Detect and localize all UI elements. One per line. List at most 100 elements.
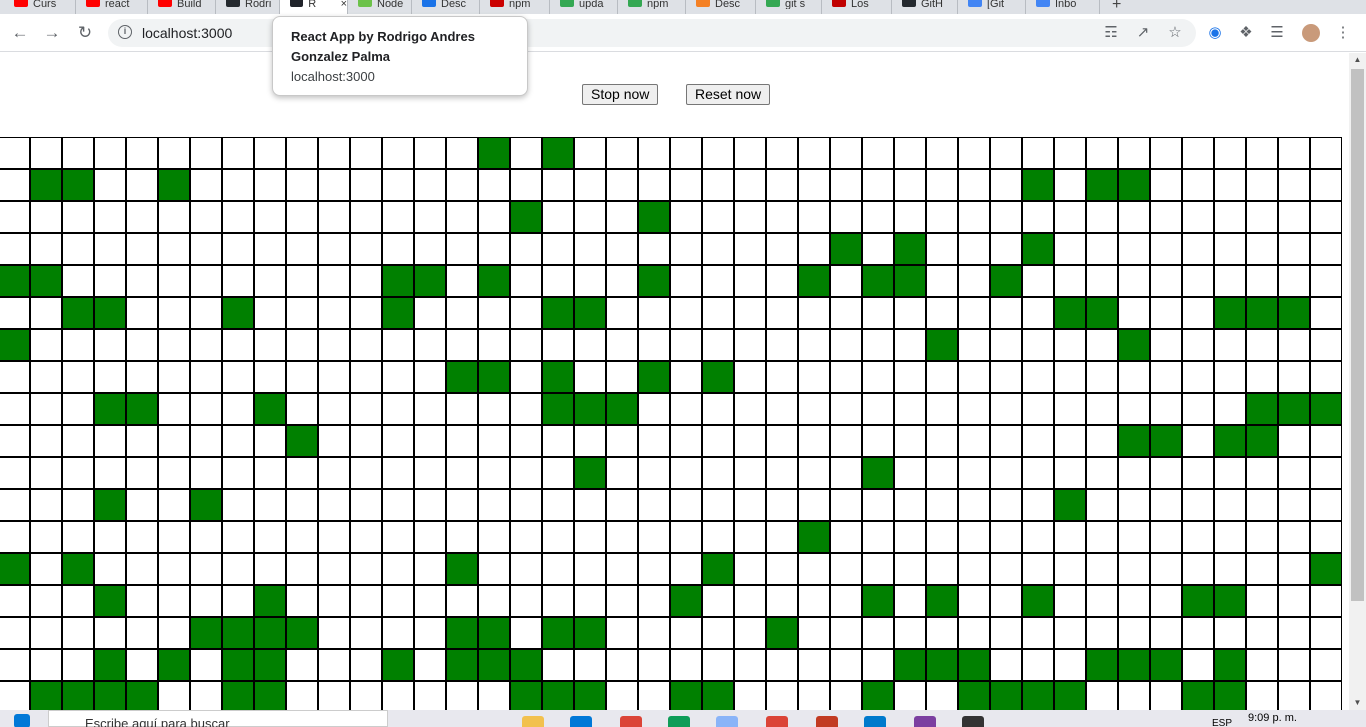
- grid-cell[interactable]: [862, 265, 894, 297]
- grid-cell[interactable]: [30, 265, 62, 297]
- grid-cell[interactable]: [414, 681, 446, 710]
- grid-cell[interactable]: [1182, 361, 1214, 393]
- grid-cell[interactable]: [638, 521, 670, 553]
- grid-cell[interactable]: [574, 553, 606, 585]
- grid-cell[interactable]: [286, 233, 318, 265]
- grid-cell[interactable]: [862, 457, 894, 489]
- grid-cell[interactable]: [126, 585, 158, 617]
- grid-cell[interactable]: [926, 265, 958, 297]
- grid-cell[interactable]: [638, 649, 670, 681]
- grid-cell[interactable]: [1246, 649, 1278, 681]
- grid-cell[interactable]: [1054, 233, 1086, 265]
- grid-cell[interactable]: [414, 393, 446, 425]
- grid-cell[interactable]: [926, 393, 958, 425]
- grid-cell[interactable]: [1214, 201, 1246, 233]
- grid-cell[interactable]: [1086, 265, 1118, 297]
- grid-cell[interactable]: [862, 489, 894, 521]
- grid-cell[interactable]: [638, 137, 670, 169]
- grid-cell[interactable]: [830, 553, 862, 585]
- browser-tab[interactable]: R ×: [280, 0, 348, 14]
- grid-cell[interactable]: [1150, 233, 1182, 265]
- grid-cell[interactable]: [286, 361, 318, 393]
- grid-cell[interactable]: [574, 329, 606, 361]
- grid-cell[interactable]: [1086, 585, 1118, 617]
- grid-cell[interactable]: [894, 553, 926, 585]
- grid-cell[interactable]: [1054, 425, 1086, 457]
- grid-cell[interactable]: [894, 585, 926, 617]
- grid-cell[interactable]: [1054, 585, 1086, 617]
- grid-cell[interactable]: [1182, 265, 1214, 297]
- grid-cell[interactable]: [1246, 393, 1278, 425]
- grid-cell[interactable]: [1182, 521, 1214, 553]
- grid-cell[interactable]: [798, 297, 830, 329]
- grid-cell[interactable]: [1150, 329, 1182, 361]
- grid-cell[interactable]: [1118, 521, 1150, 553]
- grid-cell[interactable]: [990, 137, 1022, 169]
- grid-cell[interactable]: [990, 233, 1022, 265]
- grid-cell[interactable]: [510, 553, 542, 585]
- grid-cell[interactable]: [30, 393, 62, 425]
- grid-cell[interactable]: [798, 489, 830, 521]
- translate-icon[interactable]: ☶: [1102, 24, 1120, 42]
- grid-cell[interactable]: [830, 361, 862, 393]
- grid-cell[interactable]: [478, 137, 510, 169]
- grid-cell[interactable]: [574, 265, 606, 297]
- browser-tab[interactable]: Build: [148, 0, 216, 14]
- browser-tab[interactable]: upda: [550, 0, 618, 14]
- grid-cell[interactable]: [766, 521, 798, 553]
- grid-cell[interactable]: [1182, 553, 1214, 585]
- grid-cell[interactable]: [1246, 329, 1278, 361]
- grid-cell[interactable]: [222, 649, 254, 681]
- grid-cell[interactable]: [1182, 393, 1214, 425]
- grid-cell[interactable]: [1086, 361, 1118, 393]
- grid-cell[interactable]: [1150, 585, 1182, 617]
- grid-cell[interactable]: [926, 425, 958, 457]
- grid-cell[interactable]: [1054, 649, 1086, 681]
- share-icon[interactable]: ↗: [1134, 24, 1152, 42]
- grid-cell[interactable]: [0, 137, 30, 169]
- grid-cell[interactable]: [574, 617, 606, 649]
- grid-cell[interactable]: [862, 297, 894, 329]
- grid-cell[interactable]: [830, 489, 862, 521]
- grid-cell[interactable]: [1246, 489, 1278, 521]
- grid-cell[interactable]: [926, 457, 958, 489]
- grid-cell[interactable]: [990, 617, 1022, 649]
- grid-cell[interactable]: [1022, 393, 1054, 425]
- grid-cell[interactable]: [638, 585, 670, 617]
- grid-cell[interactable]: [1118, 457, 1150, 489]
- reload-icon[interactable]: ↻: [74, 22, 96, 44]
- grid-cell[interactable]: [1182, 617, 1214, 649]
- browser-tab[interactable]: Desc: [412, 0, 480, 14]
- grid-cell[interactable]: [1022, 521, 1054, 553]
- grid-cell[interactable]: [286, 169, 318, 201]
- grid-cell[interactable]: [446, 649, 478, 681]
- grid-cell[interactable]: [254, 297, 286, 329]
- grid-cell[interactable]: [1054, 617, 1086, 649]
- grid-cell[interactable]: [1022, 169, 1054, 201]
- grid-cell[interactable]: [1278, 201, 1310, 233]
- grid-cell[interactable]: [606, 521, 638, 553]
- grid-cell[interactable]: [542, 617, 574, 649]
- grid-cell[interactable]: [318, 649, 350, 681]
- grid-cell[interactable]: [414, 553, 446, 585]
- grid-cell[interactable]: [382, 137, 414, 169]
- grid-cell[interactable]: [798, 233, 830, 265]
- grid-cell[interactable]: [94, 329, 126, 361]
- grid-cell[interactable]: [510, 265, 542, 297]
- grid-cell[interactable]: [894, 457, 926, 489]
- grid-cell[interactable]: [1278, 265, 1310, 297]
- grid-cell[interactable]: [382, 617, 414, 649]
- grid-cell[interactable]: [1086, 297, 1118, 329]
- grid-cell[interactable]: [1118, 553, 1150, 585]
- grid-cell[interactable]: [958, 425, 990, 457]
- grid-cell[interactable]: [990, 553, 1022, 585]
- grid-cell[interactable]: [1278, 169, 1310, 201]
- grid-cell[interactable]: [574, 233, 606, 265]
- browser-tab[interactable]: GitH: [892, 0, 958, 14]
- grid-cell[interactable]: [190, 137, 222, 169]
- grid-cell[interactable]: [254, 169, 286, 201]
- grid-cell[interactable]: [926, 329, 958, 361]
- grid-cell[interactable]: [478, 329, 510, 361]
- grid-cell[interactable]: [190, 393, 222, 425]
- grid-cell[interactable]: [926, 297, 958, 329]
